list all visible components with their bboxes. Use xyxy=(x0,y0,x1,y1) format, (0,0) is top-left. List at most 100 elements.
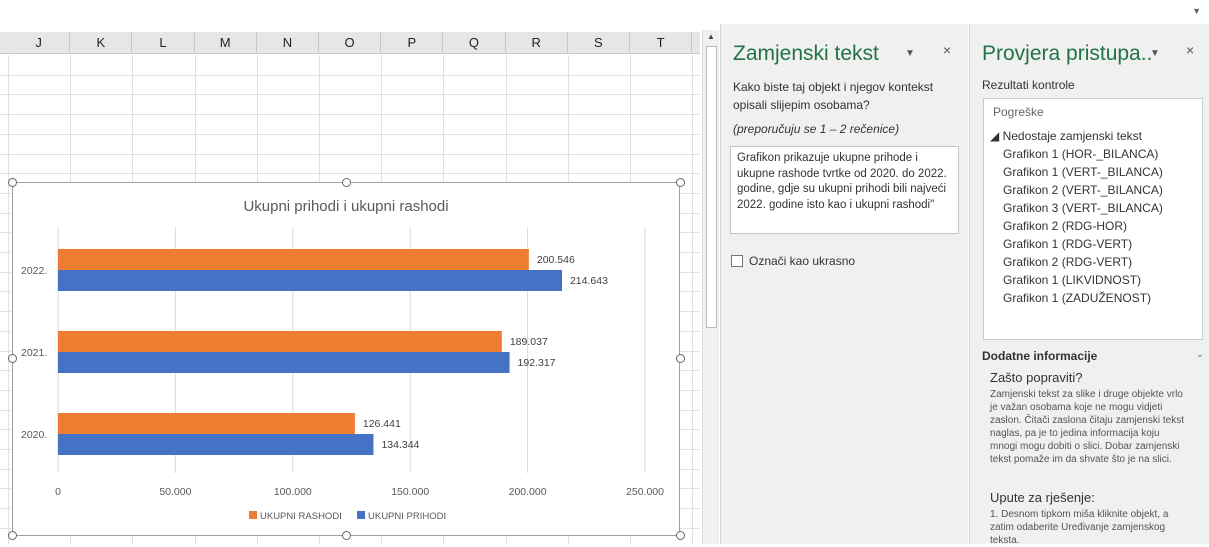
column-header-p[interactable]: P xyxy=(381,32,444,54)
why-line: zaslon. Čitači zaslona čitaju zamjenski … xyxy=(990,415,1184,426)
why-line: mnogi mogu dobiti o slici. Dobar zamjens… xyxy=(990,441,1180,452)
bar-chart-svg: Ukupni prihodi i ukupni rashodi 0 50.000 10… xyxy=(21,198,664,522)
alt-text-pane: Zamjenski tekst ▼ × Kako biste taj objek… xyxy=(720,24,968,544)
x-tick-label: 150.000 xyxy=(391,486,429,498)
data-label: 134.344 xyxy=(381,439,419,451)
resize-handle-right[interactable] xyxy=(676,354,685,363)
y-category-label: 2022. xyxy=(21,265,47,277)
grid-hline xyxy=(0,94,700,96)
error-item[interactable]: Grafikon 2 (RDG-HOR) xyxy=(1003,219,1127,233)
close-icon[interactable]: × xyxy=(1186,42,1194,58)
legend-swatch xyxy=(249,511,257,519)
why-line: Zamjenski tekst za slike i druge objekte… xyxy=(990,389,1183,400)
column-header-m[interactable]: M xyxy=(195,32,257,54)
alt-text-question: Kako biste taj objekt i njegov kontekst … xyxy=(733,78,933,114)
error-group-missing-alt-text[interactable]: ◢ Nedostaje zamjenski tekst xyxy=(990,129,1142,143)
grid-hline xyxy=(0,114,700,116)
column-header-o[interactable]: O xyxy=(319,32,382,54)
data-label: 214.643 xyxy=(570,275,608,287)
alt-text-line: 2022. godine isto kao i ukupni rashodi" xyxy=(737,198,935,211)
data-label: 126.441 xyxy=(363,418,401,430)
column-header-s[interactable]: S xyxy=(568,32,630,54)
decorative-checkbox[interactable]: Označi kao ukrasno xyxy=(731,254,855,268)
error-item[interactable]: Grafikon 3 (VERT-_BILANCA) xyxy=(1003,201,1163,215)
column-header-n[interactable]: N xyxy=(257,32,319,54)
x-tick-label: 100.000 xyxy=(274,486,312,498)
question-line: opisali slijepim osobama? xyxy=(733,98,870,112)
ribbon-collapse-icon[interactable]: ▼ xyxy=(1192,6,1201,16)
alt-text-hint: (preporučuju se 1 – 2 rečenice) xyxy=(733,122,900,136)
data-label: 189.037 xyxy=(510,336,548,348)
legend-swatch xyxy=(357,511,365,519)
column-header-q[interactable]: Q xyxy=(443,32,506,54)
error-item[interactable]: Grafikon 2 (VERT-_BILANCA) xyxy=(1003,183,1163,197)
checkbox-box[interactable] xyxy=(731,255,743,267)
data-label: 200.546 xyxy=(537,254,575,266)
resize-handle-top[interactable] xyxy=(342,178,351,187)
x-tick-label: 250.000 xyxy=(626,486,664,498)
results-label: Rezultati kontrole xyxy=(982,78,1075,92)
error-item[interactable]: Grafikon 1 (LIKVIDNOST) xyxy=(1003,273,1141,287)
x-tick-label: 50.000 xyxy=(159,486,191,498)
x-tick-label: 200.000 xyxy=(509,486,547,498)
error-item[interactable]: Grafikon 1 (RDG-VERT) xyxy=(1003,237,1132,251)
error-item[interactable]: Grafikon 1 (HOR-_BILANCA) xyxy=(1003,147,1158,161)
y-category-label: 2020. xyxy=(21,429,47,441)
chevron-down-icon[interactable]: ▼ xyxy=(905,48,915,59)
alt-text-line: godine, gdje su ukupni prihodi bili najv… xyxy=(737,183,947,195)
bar-ukupni-rashodi xyxy=(58,413,355,434)
fix-instructions-text: 1. Desnom tipkom miša kliknite objekt, a… xyxy=(990,508,1202,547)
grid-hline xyxy=(0,173,700,175)
grid-vline xyxy=(8,55,9,544)
fix-line: zatim odaberite Uređivanje zamjenskog xyxy=(990,522,1166,533)
data-label: 192.317 xyxy=(518,357,556,369)
why-fix-text: Zamjenski tekst za slike i druge objekte… xyxy=(990,388,1202,466)
alt-text-line: ukupne rashode tvrtke od 2020. do 2022. xyxy=(737,167,947,180)
chart[interactable]: Ukupni prihodi i ukupni rashodi 0 50.000 10… xyxy=(12,182,680,536)
question-line: Kako biste taj objekt i njegov kontekst xyxy=(733,80,934,94)
column-header-k[interactable]: K xyxy=(70,32,133,54)
error-item[interactable]: Grafikon 1 (ZADUŽENOST) xyxy=(1003,291,1151,305)
additional-info-label: Dodatne informacije xyxy=(982,349,1098,363)
accessibility-pane-title: Provjera pristupa.. xyxy=(982,42,1153,65)
resize-handle-top-left[interactable] xyxy=(8,178,17,187)
error-item[interactable]: Grafikon 2 (RDG-VERT) xyxy=(1003,255,1132,269)
bar-ukupni-rashodi xyxy=(58,331,502,352)
column-headers: JKLMNOPQRST xyxy=(0,32,700,54)
decorative-checkbox-label: Označi kao ukrasno xyxy=(749,254,856,268)
resize-handle-left[interactable] xyxy=(8,354,17,363)
resize-handle-bottom-right[interactable] xyxy=(676,531,685,540)
resize-handle-top-right[interactable] xyxy=(676,178,685,187)
alt-text-line: Grafikon prikazuje ukupne prihode i xyxy=(737,152,918,164)
chevron-down-icon[interactable]: ▼ xyxy=(1150,48,1160,59)
chevron-down-icon[interactable]: ⌄ xyxy=(1196,349,1204,360)
top-bar: ▼ xyxy=(0,0,1209,24)
grid-vline xyxy=(692,55,694,544)
scrollbar-thumb[interactable] xyxy=(706,46,717,328)
resize-handle-bottom[interactable] xyxy=(342,531,351,540)
column-header-j[interactable]: J xyxy=(8,32,71,54)
x-tick-label: 0 xyxy=(55,486,61,498)
vertical-scrollbar[interactable]: ▲ xyxy=(702,30,719,544)
bar-ukupni-rashodi xyxy=(58,249,529,270)
additional-info-header[interactable]: Dodatne informacije ⌄ xyxy=(982,349,1204,363)
alt-text-input[interactable]: Grafikon prikazuje ukupne prihode i ukup… xyxy=(730,146,959,234)
why-fix-title: Zašto popraviti? xyxy=(990,370,1083,385)
fix-line: 1. Desnom tipkom miša kliknite objekt, a xyxy=(990,509,1169,520)
fix-instructions-title: Upute za rješenje: xyxy=(990,490,1095,505)
error-item[interactable]: Grafikon 1 (VERT-_BILANCA) xyxy=(1003,165,1163,179)
bar-ukupni-prihodi xyxy=(58,270,562,291)
column-header-t[interactable]: T xyxy=(630,32,693,54)
bar-ukupni-prihodi xyxy=(58,434,374,455)
column-header-l[interactable]: L xyxy=(132,32,195,54)
grid-hline xyxy=(0,74,700,76)
resize-handle-bottom-left[interactable] xyxy=(8,531,17,540)
column-header-r[interactable]: R xyxy=(506,32,568,54)
fix-line: teksta. xyxy=(990,535,1020,546)
close-icon[interactable]: × xyxy=(943,42,951,58)
grid-hline xyxy=(0,153,700,155)
chart-title: Ukupni prihodi i ukupni rashodi xyxy=(243,198,448,215)
scroll-up-icon[interactable]: ▲ xyxy=(707,32,715,41)
errors-header: Pogreške xyxy=(993,105,1044,119)
results-list[interactable]: Pogreške ◢ Nedostaje zamjenski tekst Gra… xyxy=(983,98,1203,340)
